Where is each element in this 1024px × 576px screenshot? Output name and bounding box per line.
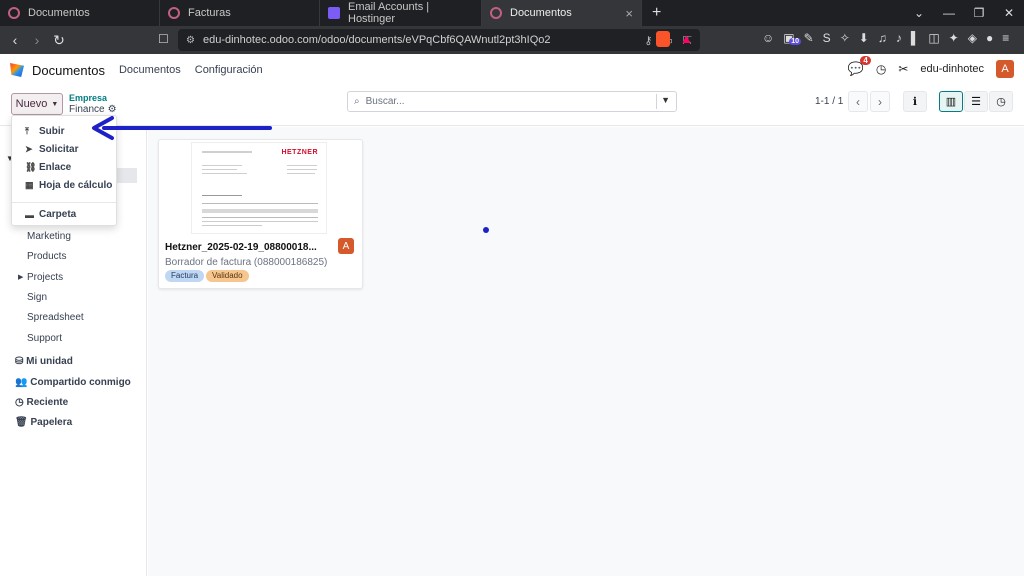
annotation-arrow	[92, 116, 272, 140]
